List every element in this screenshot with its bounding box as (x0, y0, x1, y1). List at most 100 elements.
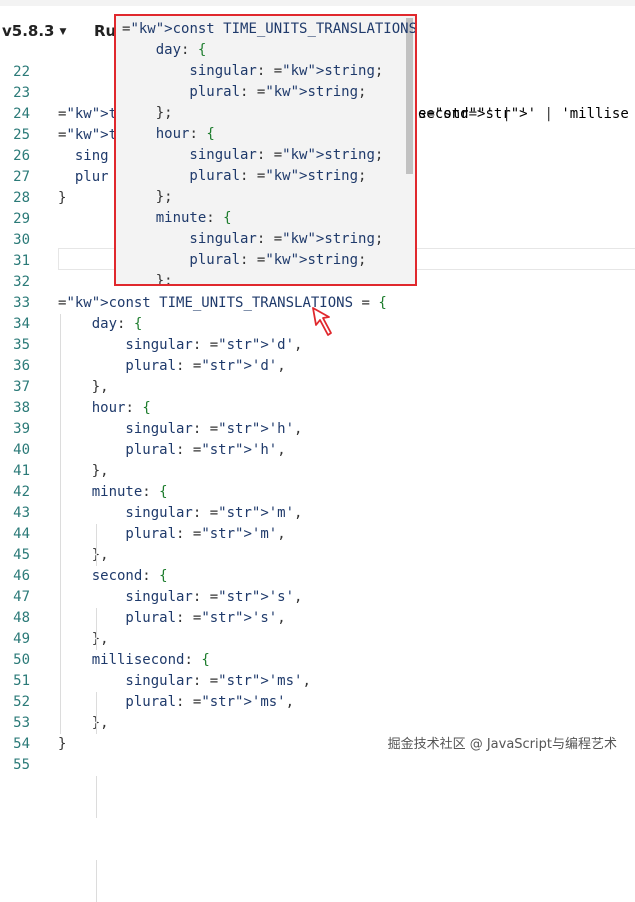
code-text: millisecond: { (58, 652, 210, 668)
line-number: 28 (13, 190, 30, 206)
code-line: 50 millisecond: { (0, 650, 635, 671)
code-text: singular: ="str">'s', (58, 589, 303, 605)
tooltip-line: minute: { (122, 210, 232, 226)
tooltip-line: }; (155, 273, 173, 286)
code-line: 47 singular: ="str">'s', (0, 587, 635, 608)
line-number: 22 (13, 64, 30, 80)
line-number: 33 (13, 295, 30, 311)
tooltip-line: plural: ="kw">string; (122, 252, 367, 268)
line-number: 48 (13, 610, 30, 626)
indent-guide (96, 608, 97, 650)
tooltip-line: }; (155, 105, 173, 121)
line-number: 54 (13, 736, 30, 752)
code-text: plur (58, 169, 109, 185)
code-text: minute: { (58, 484, 168, 500)
line-number: 36 (13, 358, 30, 374)
line-number: 43 (13, 505, 30, 521)
line-number: 25 (13, 127, 30, 143)
line-number: 38 (13, 400, 30, 416)
tooltip-line: singular: ="kw">string; (122, 63, 384, 79)
line-number: 47 (13, 589, 30, 605)
code-text: singular: ="str">'ms', (58, 673, 311, 689)
code-line: 46 second: { (0, 566, 635, 587)
code-line: 39 singular: ="str">'h', (0, 419, 635, 440)
line-number: 45 (13, 547, 30, 563)
line-number: 49 (13, 631, 30, 647)
code-text: sing (58, 148, 109, 164)
code-text: singular: ="str">'m', (58, 505, 303, 521)
code-text: }, (91, 715, 109, 731)
tooltip-line: singular: ="kw">string; (122, 147, 384, 163)
code-line: 43 singular: ="str">'m', (0, 503, 635, 524)
line-number: 26 (13, 148, 30, 164)
code-text: }, (91, 379, 109, 395)
code-text: singular: ="str">'h', (58, 421, 303, 437)
line-number: 42 (13, 484, 30, 500)
code-line: 36 plural: ="str">'d', (0, 356, 635, 377)
line-number: 34 (13, 316, 30, 332)
code-line: 42 minute: { (0, 482, 635, 503)
line-number: 39 (13, 421, 30, 437)
line-number: 53 (13, 715, 30, 731)
tooltip-line: singular: ="kw">string; (122, 231, 384, 247)
version-label: v5.8.3 (2, 22, 55, 40)
hover-tooltip: ="kw">const TIME_UNITS_TRANSLATIONS: { d… (114, 14, 417, 286)
code-text: } (58, 736, 67, 752)
code-line: 51 singular: ="str">'ms', (0, 671, 635, 692)
tooltip-line: }; (155, 189, 173, 205)
version-selector[interactable]: v5.8.3 ▼ (2, 22, 66, 40)
line-number: 44 (13, 526, 30, 542)
tooltip-line: ="kw">const TIME_UNITS_TRANSLATIONS: { (122, 21, 417, 37)
code-text: }, (91, 463, 109, 479)
code-line: 38 hour: { (0, 398, 635, 419)
caret-down-icon: ▼ (59, 27, 67, 37)
indent-guide (96, 692, 97, 734)
line-number: 29 (13, 211, 30, 227)
code-text: plural: ="str">'ms', (58, 694, 295, 710)
line-number: 50 (13, 652, 30, 668)
top-strip (0, 0, 635, 6)
line-number: 52 (13, 694, 30, 710)
code-text: }, (91, 631, 109, 647)
line-number: 32 (13, 274, 30, 290)
code-line: 37 }, (0, 377, 635, 398)
tooltip-scrollbar[interactable] (406, 18, 413, 174)
code-line: 55 (0, 755, 635, 776)
line-number: 40 (13, 442, 30, 458)
watermark: 掘金技术社区 @ JavaScript与编程艺术 (387, 737, 617, 752)
line-number: 30 (13, 232, 30, 248)
line-number: 27 (13, 169, 30, 185)
code-text: hour: { (58, 400, 151, 416)
indent-guide (96, 860, 97, 902)
code-text: singular: ="str">'d', (58, 337, 303, 353)
tooltip-line: day: { (122, 42, 207, 58)
code-line: 40 plural: ="str">'h', (0, 440, 635, 461)
line-number: 24 (13, 106, 30, 122)
code-text: plural: ="str">'h', (58, 442, 286, 458)
code-text: plural: ="str">'d', (58, 358, 286, 374)
tooltip-line: plural: ="kw">string; (122, 168, 367, 184)
code-text: plural: ="str">'s', (58, 610, 286, 626)
indent-guide (96, 524, 97, 566)
code-line-tail: e="str">' | ' second="str">' | 'millise (418, 106, 629, 122)
code-text: ="kw">const TIME_UNITS_TRANSLATIONS = { (58, 295, 387, 311)
line-number: 23 (13, 85, 30, 101)
code-text: second: { (58, 568, 168, 584)
line-number: 37 (13, 379, 30, 395)
pointer-arrow-icon (312, 307, 332, 336)
code-line: 41 }, (0, 461, 635, 482)
line-number: 31 (13, 253, 30, 269)
indent-guide (60, 314, 61, 734)
line-number: 51 (13, 673, 30, 689)
run-button[interactable]: Ru (94, 22, 116, 40)
code-text: } (58, 190, 67, 206)
indent-guide (96, 776, 97, 818)
line-number: 55 (13, 757, 30, 773)
code-text: plural: ="str">'m', (58, 526, 286, 542)
code-text: day: { (58, 316, 143, 332)
line-number: 46 (13, 568, 30, 584)
tooltip-line: plural: ="kw">string; (122, 84, 367, 100)
line-number: 41 (13, 463, 30, 479)
code-text: }, (91, 547, 109, 563)
tooltip-line: hour: { (122, 126, 215, 142)
